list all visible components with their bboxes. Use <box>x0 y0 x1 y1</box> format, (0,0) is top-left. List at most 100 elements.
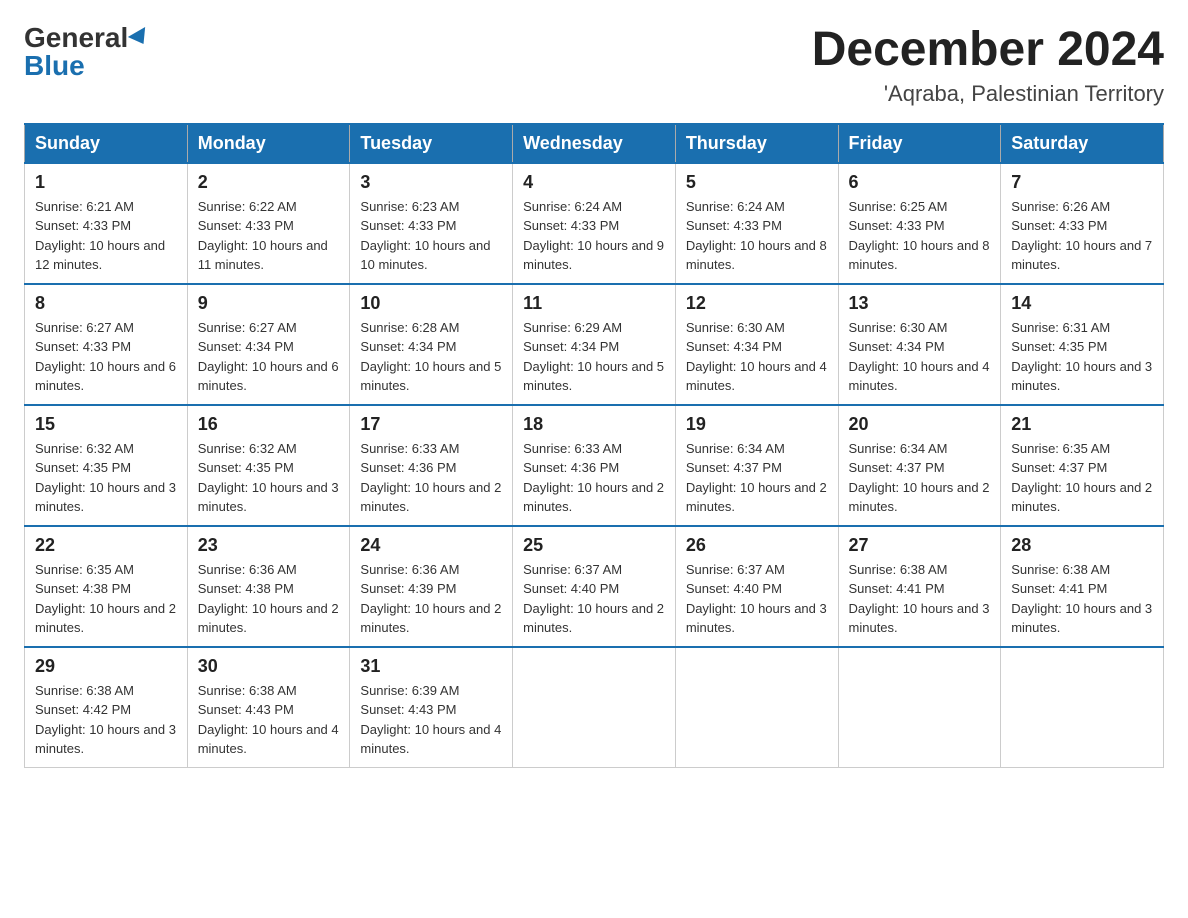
calendar-cell <box>838 647 1001 768</box>
day-number: 29 <box>35 656 177 677</box>
weekday-header-wednesday: Wednesday <box>513 124 676 163</box>
calendar-table: SundayMondayTuesdayWednesdayThursdayFrid… <box>24 123 1164 768</box>
calendar-cell: 5 Sunrise: 6:24 AMSunset: 4:33 PMDayligh… <box>675 163 838 284</box>
calendar-cell: 26 Sunrise: 6:37 AMSunset: 4:40 PMDaylig… <box>675 526 838 647</box>
weekday-header-friday: Friday <box>838 124 1001 163</box>
day-number: 20 <box>849 414 991 435</box>
calendar-cell: 1 Sunrise: 6:21 AMSunset: 4:33 PMDayligh… <box>25 163 188 284</box>
day-number: 8 <box>35 293 177 314</box>
calendar-week-row: 15 Sunrise: 6:32 AMSunset: 4:35 PMDaylig… <box>25 405 1164 526</box>
day-info: Sunrise: 6:36 AMSunset: 4:38 PMDaylight:… <box>198 562 339 636</box>
day-number: 17 <box>360 414 502 435</box>
day-info: Sunrise: 6:37 AMSunset: 4:40 PMDaylight:… <box>523 562 664 636</box>
day-number: 1 <box>35 172 177 193</box>
day-number: 9 <box>198 293 340 314</box>
calendar-cell: 23 Sunrise: 6:36 AMSunset: 4:38 PMDaylig… <box>187 526 350 647</box>
day-info: Sunrise: 6:27 AMSunset: 4:34 PMDaylight:… <box>198 320 339 394</box>
logo: General Blue <box>24 24 150 80</box>
day-number: 3 <box>360 172 502 193</box>
day-info: Sunrise: 6:34 AMSunset: 4:37 PMDaylight:… <box>849 441 990 515</box>
weekday-header-monday: Monday <box>187 124 350 163</box>
day-number: 16 <box>198 414 340 435</box>
day-info: Sunrise: 6:23 AMSunset: 4:33 PMDaylight:… <box>360 199 490 273</box>
calendar-cell: 12 Sunrise: 6:30 AMSunset: 4:34 PMDaylig… <box>675 284 838 405</box>
page-header: General Blue December 2024 'Aqraba, Pale… <box>24 24 1164 107</box>
calendar-cell: 30 Sunrise: 6:38 AMSunset: 4:43 PMDaylig… <box>187 647 350 768</box>
calendar-cell: 9 Sunrise: 6:27 AMSunset: 4:34 PMDayligh… <box>187 284 350 405</box>
weekday-header-row: SundayMondayTuesdayWednesdayThursdayFrid… <box>25 124 1164 163</box>
calendar-cell: 14 Sunrise: 6:31 AMSunset: 4:35 PMDaylig… <box>1001 284 1164 405</box>
day-info: Sunrise: 6:33 AMSunset: 4:36 PMDaylight:… <box>360 441 501 515</box>
calendar-week-row: 1 Sunrise: 6:21 AMSunset: 4:33 PMDayligh… <box>25 163 1164 284</box>
calendar-cell: 4 Sunrise: 6:24 AMSunset: 4:33 PMDayligh… <box>513 163 676 284</box>
day-info: Sunrise: 6:35 AMSunset: 4:38 PMDaylight:… <box>35 562 176 636</box>
day-info: Sunrise: 6:22 AMSunset: 4:33 PMDaylight:… <box>198 199 328 273</box>
weekday-header-sunday: Sunday <box>25 124 188 163</box>
day-number: 27 <box>849 535 991 556</box>
calendar-week-row: 29 Sunrise: 6:38 AMSunset: 4:42 PMDaylig… <box>25 647 1164 768</box>
weekday-header-thursday: Thursday <box>675 124 838 163</box>
weekday-header-saturday: Saturday <box>1001 124 1164 163</box>
day-number: 28 <box>1011 535 1153 556</box>
day-number: 2 <box>198 172 340 193</box>
day-number: 24 <box>360 535 502 556</box>
day-info: Sunrise: 6:35 AMSunset: 4:37 PMDaylight:… <box>1011 441 1152 515</box>
calendar-cell: 18 Sunrise: 6:33 AMSunset: 4:36 PMDaylig… <box>513 405 676 526</box>
day-info: Sunrise: 6:29 AMSunset: 4:34 PMDaylight:… <box>523 320 664 394</box>
logo-general-text: General <box>24 24 128 52</box>
day-info: Sunrise: 6:38 AMSunset: 4:43 PMDaylight:… <box>198 683 339 757</box>
day-info: Sunrise: 6:39 AMSunset: 4:43 PMDaylight:… <box>360 683 501 757</box>
calendar-cell: 3 Sunrise: 6:23 AMSunset: 4:33 PMDayligh… <box>350 163 513 284</box>
day-number: 15 <box>35 414 177 435</box>
month-title: December 2024 <box>812 24 1164 77</box>
calendar-cell: 16 Sunrise: 6:32 AMSunset: 4:35 PMDaylig… <box>187 405 350 526</box>
day-number: 26 <box>686 535 828 556</box>
day-number: 23 <box>198 535 340 556</box>
day-info: Sunrise: 6:38 AMSunset: 4:42 PMDaylight:… <box>35 683 176 757</box>
day-info: Sunrise: 6:30 AMSunset: 4:34 PMDaylight:… <box>686 320 827 394</box>
day-info: Sunrise: 6:33 AMSunset: 4:36 PMDaylight:… <box>523 441 664 515</box>
day-number: 30 <box>198 656 340 677</box>
day-number: 19 <box>686 414 828 435</box>
calendar-cell: 8 Sunrise: 6:27 AMSunset: 4:33 PMDayligh… <box>25 284 188 405</box>
day-number: 14 <box>1011 293 1153 314</box>
calendar-cell: 22 Sunrise: 6:35 AMSunset: 4:38 PMDaylig… <box>25 526 188 647</box>
calendar-cell: 2 Sunrise: 6:22 AMSunset: 4:33 PMDayligh… <box>187 163 350 284</box>
calendar-cell: 29 Sunrise: 6:38 AMSunset: 4:42 PMDaylig… <box>25 647 188 768</box>
day-number: 13 <box>849 293 991 314</box>
day-number: 11 <box>523 293 665 314</box>
day-info: Sunrise: 6:34 AMSunset: 4:37 PMDaylight:… <box>686 441 827 515</box>
day-number: 6 <box>849 172 991 193</box>
calendar-cell: 27 Sunrise: 6:38 AMSunset: 4:41 PMDaylig… <box>838 526 1001 647</box>
day-info: Sunrise: 6:32 AMSunset: 4:35 PMDaylight:… <box>198 441 339 515</box>
day-number: 12 <box>686 293 828 314</box>
day-info: Sunrise: 6:30 AMSunset: 4:34 PMDaylight:… <box>849 320 990 394</box>
day-number: 22 <box>35 535 177 556</box>
title-block: December 2024 'Aqraba, Palestinian Terri… <box>812 24 1164 107</box>
day-number: 7 <box>1011 172 1153 193</box>
calendar-cell: 15 Sunrise: 6:32 AMSunset: 4:35 PMDaylig… <box>25 405 188 526</box>
day-info: Sunrise: 6:37 AMSunset: 4:40 PMDaylight:… <box>686 562 827 636</box>
calendar-cell: 25 Sunrise: 6:37 AMSunset: 4:40 PMDaylig… <box>513 526 676 647</box>
calendar-cell <box>675 647 838 768</box>
day-info: Sunrise: 6:24 AMSunset: 4:33 PMDaylight:… <box>523 199 664 273</box>
day-number: 31 <box>360 656 502 677</box>
calendar-week-row: 8 Sunrise: 6:27 AMSunset: 4:33 PMDayligh… <box>25 284 1164 405</box>
day-info: Sunrise: 6:26 AMSunset: 4:33 PMDaylight:… <box>1011 199 1152 273</box>
calendar-week-row: 22 Sunrise: 6:35 AMSunset: 4:38 PMDaylig… <box>25 526 1164 647</box>
day-number: 4 <box>523 172 665 193</box>
day-number: 21 <box>1011 414 1153 435</box>
calendar-cell: 19 Sunrise: 6:34 AMSunset: 4:37 PMDaylig… <box>675 405 838 526</box>
day-info: Sunrise: 6:21 AMSunset: 4:33 PMDaylight:… <box>35 199 165 273</box>
calendar-cell: 10 Sunrise: 6:28 AMSunset: 4:34 PMDaylig… <box>350 284 513 405</box>
weekday-header-tuesday: Tuesday <box>350 124 513 163</box>
calendar-cell <box>1001 647 1164 768</box>
calendar-cell: 13 Sunrise: 6:30 AMSunset: 4:34 PMDaylig… <box>838 284 1001 405</box>
calendar-cell: 28 Sunrise: 6:38 AMSunset: 4:41 PMDaylig… <box>1001 526 1164 647</box>
calendar-cell: 31 Sunrise: 6:39 AMSunset: 4:43 PMDaylig… <box>350 647 513 768</box>
day-info: Sunrise: 6:24 AMSunset: 4:33 PMDaylight:… <box>686 199 827 273</box>
day-info: Sunrise: 6:36 AMSunset: 4:39 PMDaylight:… <box>360 562 501 636</box>
day-info: Sunrise: 6:25 AMSunset: 4:33 PMDaylight:… <box>849 199 990 273</box>
calendar-cell <box>513 647 676 768</box>
calendar-cell: 17 Sunrise: 6:33 AMSunset: 4:36 PMDaylig… <box>350 405 513 526</box>
